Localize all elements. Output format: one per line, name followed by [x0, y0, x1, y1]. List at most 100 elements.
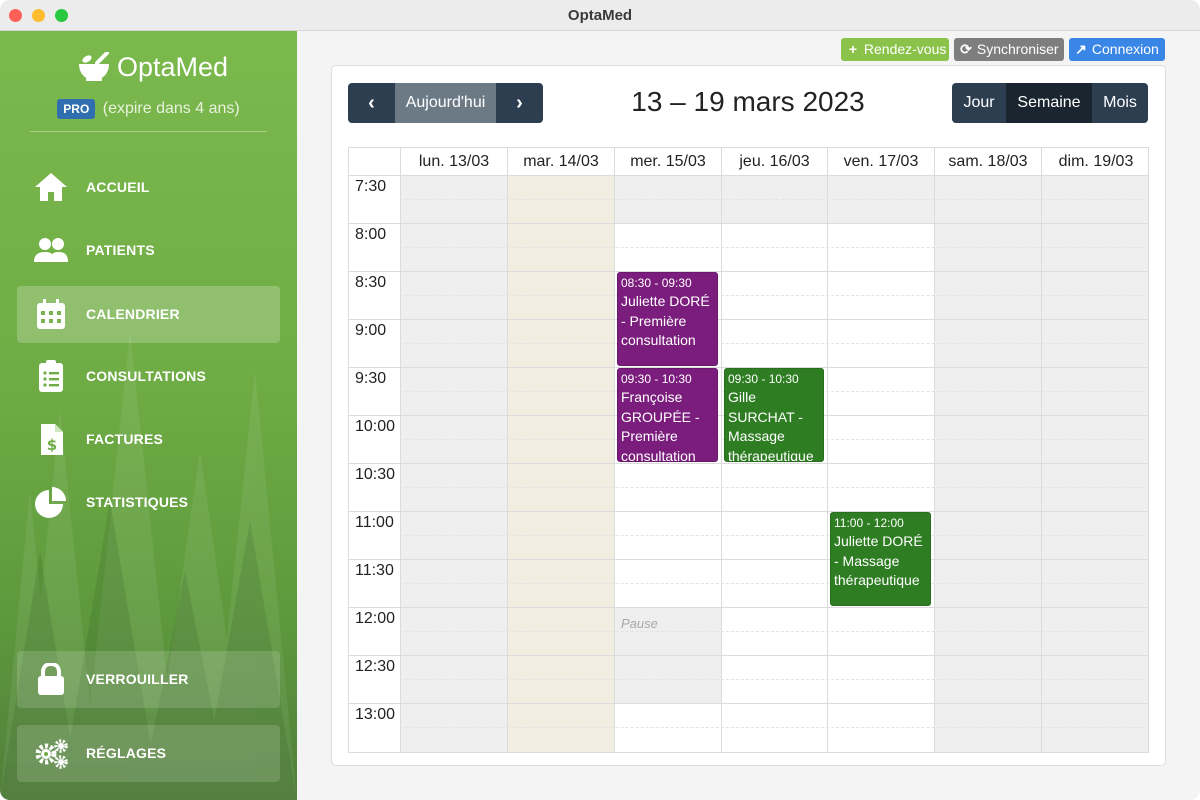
event-title: Juliette DORÉ - Massage thérapeutique [834, 533, 923, 588]
time-label: 9:30 [355, 370, 387, 387]
day-header: sam. 18/03 [934, 148, 1041, 175]
gears-icon [35, 739, 68, 769]
view-week-button[interactable]: Semaine [1006, 83, 1092, 123]
day-header: lun. 13/03 [400, 148, 507, 175]
time-gridline [349, 223, 400, 224]
day-column-wed[interactable] [614, 175, 722, 752]
half-hour-gridline [400, 727, 1148, 728]
users-icon [34, 238, 68, 262]
hour-gridline [400, 607, 1148, 608]
appointment-event[interactable]: 08:30 - 09:30 Juliette DORÉ - Première c… [617, 272, 718, 366]
time-label: 9:00 [355, 322, 387, 339]
sidebar: OptaMed PRO (expire dans 4 ans) ACCUEIL … [0, 31, 297, 800]
day-header: jeu. 16/03 [721, 148, 827, 175]
hour-gridline [400, 463, 1148, 464]
sidebar-item-consultations[interactable]: CONSULTATIONS [17, 348, 280, 405]
sidebar-item-label: ACCUEIL [86, 179, 150, 195]
sidebar-item-patients[interactable]: PATIENTS [17, 222, 280, 279]
hour-gridline [400, 703, 1148, 704]
time-label: 13:00 [355, 706, 396, 723]
sidebar-item-accueil[interactable]: ACCUEIL [17, 159, 280, 216]
event-time: 08:30 - 09:30 [621, 276, 692, 290]
license-expiry: (expire dans 4 ans) [102, 100, 240, 117]
time-label: 11:30 [355, 562, 394, 579]
appointment-event[interactable]: 09:30 - 10:30 Françoise GROUPÉE - Premiè… [617, 368, 718, 462]
half-hour-gridline [400, 583, 1148, 584]
event-time: 09:30 - 10:30 [728, 372, 799, 386]
appointment-event[interactable]: 09:30 - 10:30 Gille SURCHAT - Massage th… [724, 368, 824, 462]
clipboard-icon [39, 360, 63, 392]
date-range-title: 13 – 19 mars 2023 [631, 86, 865, 117]
time-label: 10:30 [355, 466, 396, 483]
time-label: 8:30 [355, 274, 387, 291]
event-title: Juliette DORÉ - Première consultation [621, 293, 710, 348]
app-window: OptaMed OptaMed PRO (expire dans 4 ans) … [0, 0, 1200, 800]
home-icon [35, 173, 67, 201]
mortar-pestle-icon [79, 52, 109, 81]
time-gridline [349, 367, 400, 368]
time-gridline [349, 463, 400, 464]
new-appointment-button[interactable]: + Rendez-vous [841, 38, 949, 61]
day-column-sun[interactable] [1041, 175, 1148, 752]
today-button[interactable]: Aujourd'hui [395, 83, 496, 123]
window-title: OptaMed [567, 7, 633, 24]
lock-icon [38, 663, 64, 695]
hour-gridline [400, 223, 1148, 224]
sidebar-item-factures[interactable]: $ FACTURES [17, 411, 280, 468]
day-header: dim. 19/03 [1041, 148, 1148, 175]
event-time: 11:00 - 12:00 [834, 516, 904, 530]
hour-gridline [400, 655, 1148, 656]
time-gridline [349, 319, 400, 320]
appointment-event[interactable]: 11:00 - 12:00 Juliette DORÉ - Massage th… [830, 512, 931, 606]
day-header: ven. 17/03 [827, 148, 934, 175]
next-week-button[interactable]: › [496, 83, 543, 123]
time-gridline [349, 559, 400, 560]
sidebar-item-calendrier[interactable]: CALENDRIER [17, 286, 280, 343]
half-hour-gridline [400, 487, 1148, 488]
time-gridline [349, 703, 400, 704]
calendar-icon [37, 299, 65, 329]
time-gridline [349, 511, 400, 512]
day-column-tue[interactable] [507, 175, 614, 752]
view-month-button[interactable]: Mois [1092, 83, 1148, 123]
half-hour-gridline [400, 199, 1148, 200]
sidebar-item-label: RÉGLAGES [86, 745, 167, 761]
sidebar-item-statistiques[interactable]: STATISTIQUES [17, 474, 280, 531]
sidebar-item-label: STATISTIQUES [86, 494, 189, 510]
settings-button[interactable]: RÉGLAGES [17, 725, 280, 782]
half-hour-gridline [400, 247, 1148, 248]
sidebar-item-label: VERROUILLER [86, 671, 189, 687]
time-label: 7:30 [355, 178, 387, 195]
time-gridline [349, 607, 400, 608]
time-label: 11:00 [355, 514, 394, 531]
day-column-fri[interactable] [827, 175, 935, 752]
new-appointment-label: Rendez-vous [863, 41, 947, 57]
sidebar-divider [30, 131, 267, 132]
day-column-mon[interactable] [400, 175, 507, 752]
half-hour-gridline [400, 535, 1148, 536]
login-button[interactable]: ↗ Connexion [1069, 38, 1165, 61]
sidebar-item-label: FACTURES [86, 431, 164, 447]
day-column-sat[interactable] [934, 175, 1041, 752]
license-info: PRO (expire dans 4 ans) [0, 99, 297, 119]
sync-label: Synchroniser [976, 41, 1059, 57]
event-time: 09:30 - 10:30 [621, 372, 692, 386]
pie-chart-icon [35, 487, 66, 518]
sidebar-item-label: CALENDRIER [86, 306, 180, 322]
external-link-icon: ↗ [1075, 41, 1087, 57]
time-gridline [349, 271, 400, 272]
previous-week-button[interactable]: ‹ [348, 83, 395, 123]
hour-gridline [400, 271, 1148, 272]
day-column-thu[interactable] [721, 175, 828, 752]
invoice-icon: $ [41, 424, 63, 455]
hour-gridline [400, 319, 1148, 320]
lock-button[interactable]: VERROUILLER [17, 651, 280, 708]
sync-button[interactable]: ⟳ Synchroniser [954, 38, 1064, 61]
refresh-icon: ⟳ [960, 41, 972, 57]
view-day-button[interactable]: Jour [952, 83, 1006, 123]
sidebar-item-label: CONSULTATIONS [86, 368, 207, 384]
pause-label: Pause [621, 616, 658, 631]
half-hour-gridline [400, 295, 1148, 296]
time-label: 10:00 [355, 418, 396, 435]
day-header: mer. 15/03 [614, 148, 721, 175]
